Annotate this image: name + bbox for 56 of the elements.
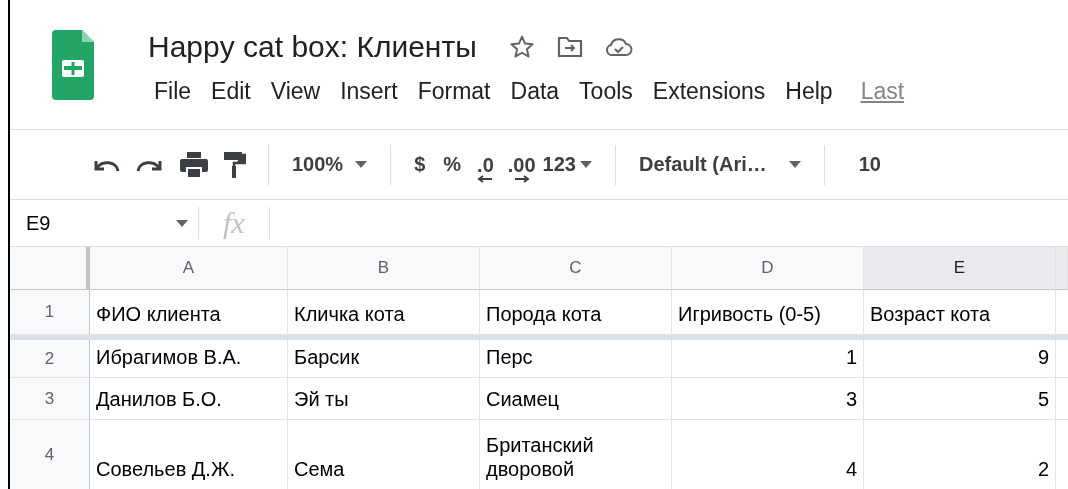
- decrease-decimals-button[interactable]: .0: [470, 154, 501, 183]
- table-cell: Британский дворовой: [480, 420, 672, 489]
- sheets-logo-icon[interactable]: [52, 30, 94, 100]
- menu-item[interactable]: Extensions: [642, 74, 776, 109]
- column-header[interactable]: A: [90, 247, 288, 290]
- table-cell: 1: [672, 340, 864, 378]
- caret-icon: [355, 161, 368, 168]
- cloud-check-icon[interactable]: [604, 37, 633, 57]
- menu-item[interactable]: Tools: [569, 74, 643, 109]
- fx-label: fx: [222, 206, 246, 240]
- menu-item[interactable]: Help: [775, 74, 843, 109]
- menu-item[interactable]: File: [144, 74, 202, 109]
- table-cell: 3: [672, 378, 864, 420]
- row-header[interactable]: 4: [10, 420, 90, 489]
- row-header[interactable]: 3: [10, 378, 90, 420]
- increase-decimals-button[interactable]: .00: [500, 154, 543, 183]
- table-cell: Данилов Б.О.: [90, 378, 288, 420]
- table-cell: Барсик: [288, 340, 480, 378]
- column-header[interactable]: D: [672, 247, 864, 290]
- star-icon[interactable]: [508, 34, 535, 60]
- percent-button[interactable]: %: [434, 149, 471, 180]
- move-to-folder-icon[interactable]: [556, 36, 583, 58]
- table-cell: Сема: [288, 420, 480, 489]
- left-arrow-icon: [477, 175, 494, 183]
- menu-item[interactable]: Edit: [201, 74, 261, 109]
- last-edit-link[interactable]: Last: [860, 74, 905, 109]
- table-cell: 5: [864, 378, 1056, 420]
- print-icon[interactable]: [180, 151, 208, 178]
- font-size-field[interactable]: 10: [838, 149, 890, 180]
- currency-button[interactable]: $: [405, 149, 435, 180]
- document-title[interactable]: Happy cat box: Клиенты: [148, 30, 477, 64]
- table-cell: Сиамец: [480, 378, 672, 420]
- caret-icon: [788, 161, 801, 168]
- name-box[interactable]: E9: [10, 211, 198, 235]
- font-dropdown[interactable]: Default (Ari…: [629, 149, 810, 180]
- table-cell: 2: [864, 420, 1056, 489]
- column-header[interactable]: E: [864, 247, 1056, 290]
- menu-item[interactable]: View: [260, 74, 331, 109]
- menu-item[interactable]: Data: [500, 74, 570, 109]
- menu-item[interactable]: Insert: [330, 74, 408, 109]
- table-cell: Совельев Д.Ж.: [90, 420, 288, 489]
- row-header[interactable]: 1: [10, 290, 90, 335]
- menu-item[interactable]: Format: [407, 74, 501, 109]
- zoom-dropdown[interactable]: 100%: [283, 149, 377, 180]
- column-header[interactable]: C: [480, 247, 672, 290]
- table-cell: Ибрагимов В.А.: [90, 340, 288, 378]
- table-cell: Перс: [480, 340, 672, 378]
- number-format-dropdown[interactable]: 123: [542, 149, 601, 180]
- row-header[interactable]: 2: [10, 340, 90, 378]
- table-cell: 4: [672, 420, 864, 489]
- caret-icon: [176, 219, 188, 227]
- caret-icon: [579, 161, 592, 168]
- column-header[interactable]: B: [288, 247, 480, 290]
- table-cell: Эй ты: [288, 378, 480, 420]
- right-arrow-icon: [513, 175, 530, 183]
- table-cell: 9: [864, 340, 1056, 378]
